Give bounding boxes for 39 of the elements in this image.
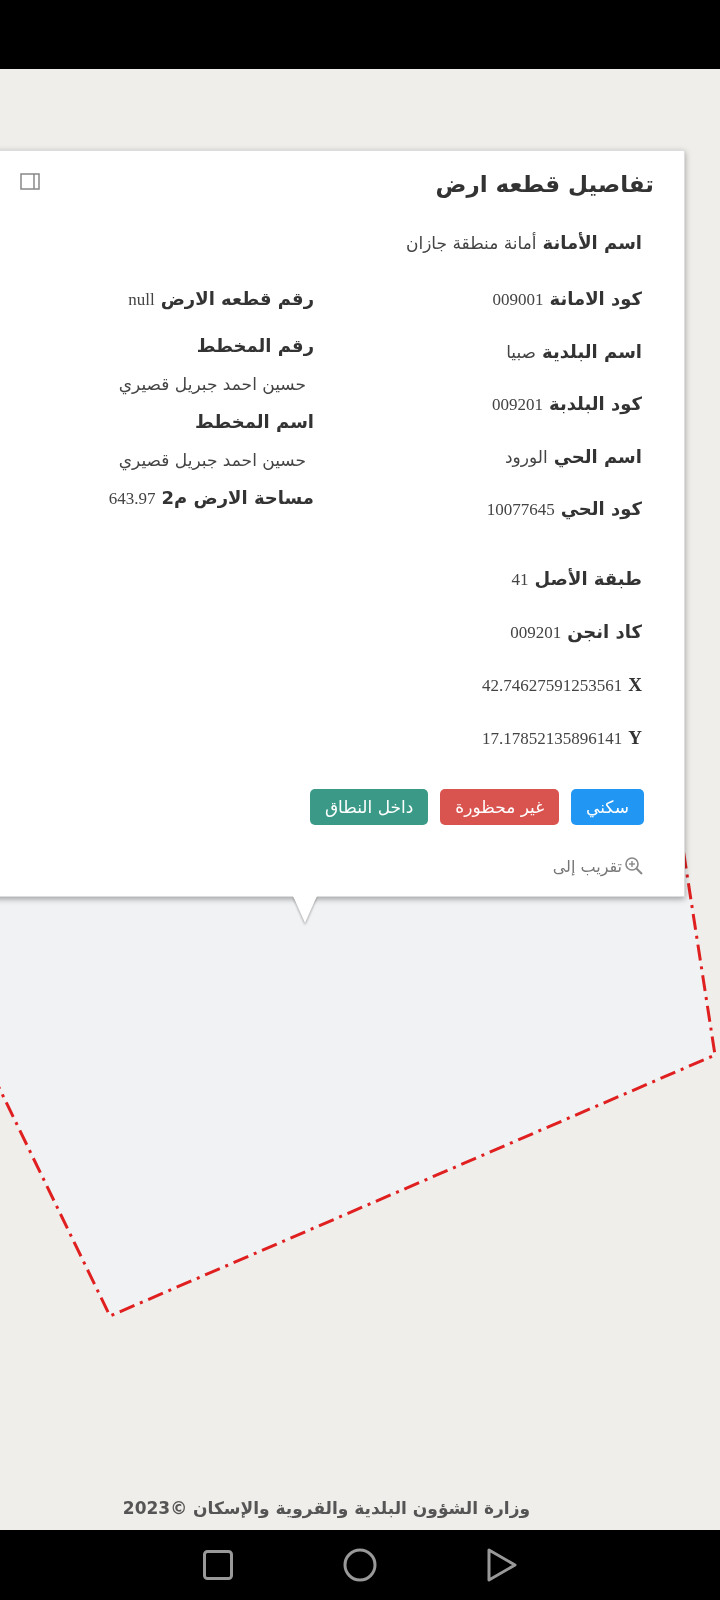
field-label: طبقة الأصل bbox=[534, 567, 642, 591]
panel-icon[interactable] bbox=[20, 173, 40, 190]
field-value: أمانة منطقة جازان bbox=[405, 231, 537, 255]
field-label: اسم الأمانة bbox=[542, 231, 642, 255]
field-value: 009201 bbox=[510, 622, 562, 644]
zoom-in-icon bbox=[624, 856, 644, 876]
tag-badge: غير محظورة bbox=[440, 789, 560, 825]
field-label: كود الامانة bbox=[549, 287, 642, 311]
field-label: اسم البلدية bbox=[542, 340, 642, 364]
field-value: 17.17852135896141 bbox=[482, 728, 623, 750]
field-value: صبيا bbox=[506, 341, 537, 364]
field-value: null bbox=[128, 289, 155, 311]
back-icon[interactable] bbox=[487, 1548, 517, 1582]
copyright-text: وزارة الشؤون البلدية والقروية والإسكان ©2023 bbox=[122, 1498, 530, 1518]
zoom-to-link[interactable]: تقريب إلى bbox=[552, 855, 654, 877]
field-label: X bbox=[628, 673, 642, 697]
field-label: اسم الحي bbox=[553, 445, 642, 469]
field-label: اسم المخطط bbox=[194, 411, 314, 432]
field-label: كود البلدبة bbox=[549, 392, 642, 416]
field-value: حسين احمد جبريل قصيري bbox=[117, 373, 307, 396]
tag-badge: سكني bbox=[571, 789, 644, 825]
field-value: الورود bbox=[504, 446, 548, 469]
field-value: 643.97 bbox=[108, 488, 156, 510]
field-label: رقم المخطط bbox=[196, 335, 314, 356]
tag-badge: داخل النطاق bbox=[309, 789, 429, 825]
recent-apps-icon[interactable] bbox=[203, 1550, 233, 1580]
field-value: حسين احمد جبريل قصيري bbox=[117, 449, 307, 472]
field-value: 42.74627591253561 bbox=[482, 675, 623, 697]
field-value: 009201 bbox=[492, 394, 544, 416]
field-label: كاد انجن bbox=[567, 620, 642, 644]
field-label: كود الحي bbox=[560, 497, 642, 521]
field-label: Y bbox=[628, 726, 642, 750]
field-value: 10077645 bbox=[486, 499, 555, 521]
field-value: 009001 bbox=[492, 289, 544, 311]
field-label: رقم قطعه الارض bbox=[160, 287, 314, 311]
field-label: مساحة الارض م2 bbox=[161, 486, 314, 510]
home-icon[interactable] bbox=[343, 1548, 377, 1582]
field-value: 41 bbox=[511, 569, 529, 591]
popup-title: تفاصيل قطعه ارض bbox=[435, 171, 654, 197]
